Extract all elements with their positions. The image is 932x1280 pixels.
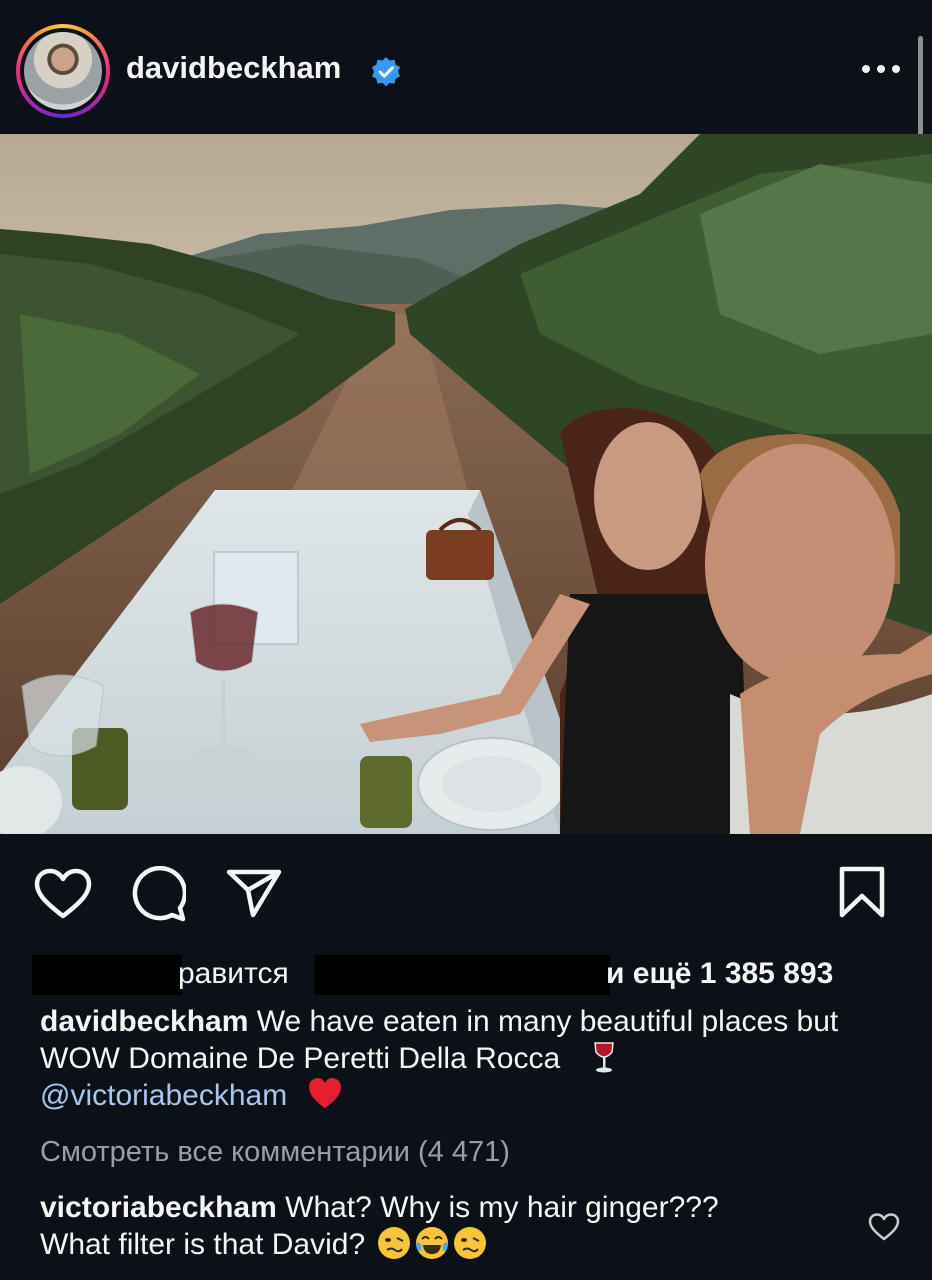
- post-header: davidbeckham: [0, 0, 932, 196]
- caption: davidbeckham We have eaten in many beaut…: [40, 1004, 910, 1114]
- send-paper-plane-icon[interactable]: [226, 868, 282, 918]
- heart-outline-icon[interactable]: [34, 868, 92, 920]
- redacted-username: [315, 955, 610, 995]
- woozy-face-emoji: [378, 1227, 411, 1259]
- action-bar: [0, 834, 932, 944]
- verified-badge-icon: [372, 57, 400, 87]
- heart-small-icon[interactable]: [868, 1212, 900, 1242]
- comment-text-line2: What filter is that David?: [40, 1228, 366, 1261]
- likes-label: равится: [178, 957, 289, 990]
- red-heart-emoji: [308, 1078, 341, 1108]
- bookmark-outline-icon[interactable]: [838, 866, 886, 918]
- crying-laughing-emoji: [416, 1227, 449, 1259]
- more-horizontal-icon[interactable]: [858, 52, 904, 86]
- comment-username[interactable]: victoriabeckham: [40, 1191, 277, 1224]
- comment-text-line1: What? Why is my hair ginger???: [285, 1191, 719, 1224]
- view-all-comments-link[interactable]: Смотреть все комментарии (4 471): [40, 1136, 510, 1169]
- comment-bubble-icon[interactable]: [130, 866, 186, 922]
- woozy-face-emoji: [454, 1227, 487, 1259]
- wine-glass-emoji: [593, 1042, 614, 1073]
- likes-count[interactable]: и ещё 1 385 893: [606, 957, 833, 991]
- post-photo[interactable]: [0, 134, 932, 834]
- caption-mention[interactable]: @victoriabeckham: [40, 1079, 287, 1112]
- likes-row[interactable]: равится и ещё 1 385 893: [32, 955, 900, 995]
- post-username[interactable]: davidbeckham: [126, 50, 341, 86]
- redacted-avatar: [32, 955, 182, 995]
- top-comment: victoriabeckham What? Why is my hair gin…: [40, 1190, 840, 1263]
- caption-username[interactable]: davidbeckham: [40, 1005, 248, 1038]
- story-ring[interactable]: [16, 24, 110, 118]
- avatar[interactable]: [24, 32, 102, 110]
